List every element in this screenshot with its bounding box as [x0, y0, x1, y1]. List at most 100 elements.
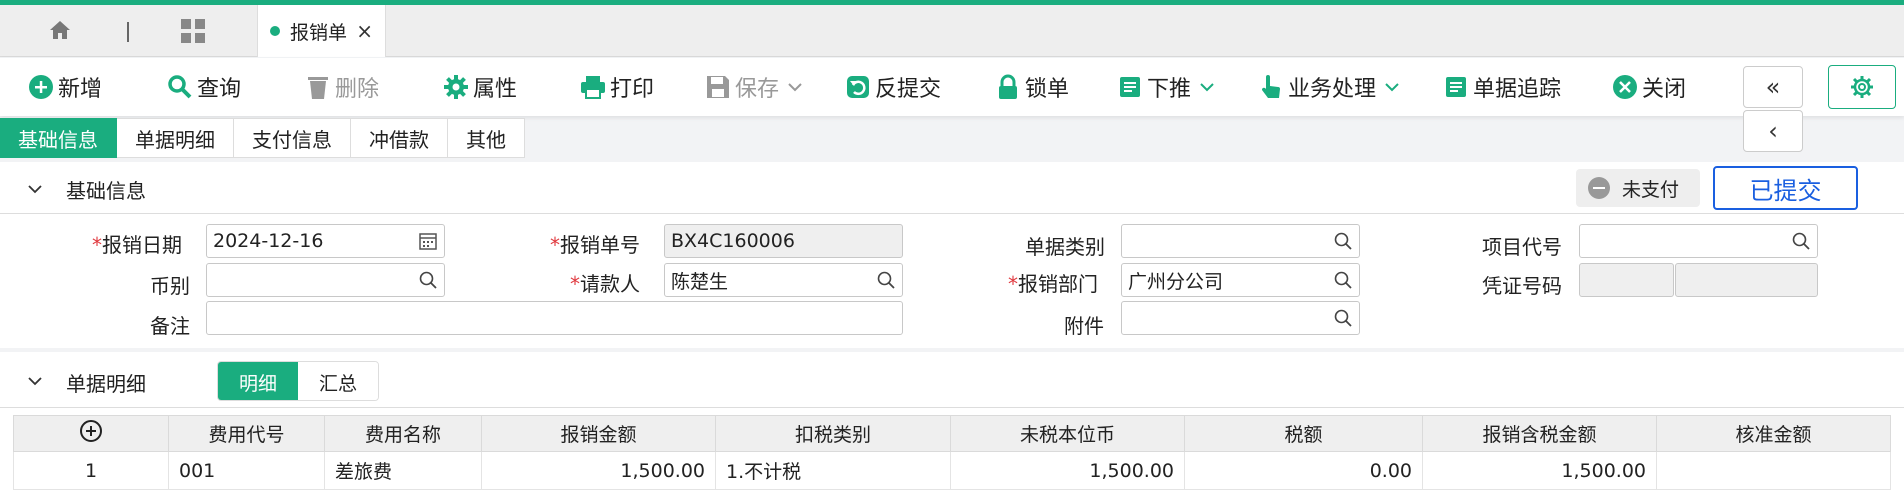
- add-row-icon[interactable]: [79, 419, 103, 443]
- category-field[interactable]: [1121, 224, 1360, 258]
- settings-gear-icon: [1851, 76, 1873, 98]
- plus-circle-icon: [29, 75, 53, 99]
- subtab-detail[interactable]: 明细: [218, 362, 298, 400]
- tab-detail[interactable]: 单据明细: [117, 118, 234, 158]
- subtab-summary[interactable]: 汇总: [298, 362, 378, 400]
- dept-field[interactable]: 广州分公司: [1121, 263, 1360, 297]
- add-row-header[interactable]: [13, 415, 169, 452]
- remark-label: 备注: [150, 314, 190, 338]
- voucher-field-2: [1675, 263, 1818, 297]
- detail-table: 费用代号 费用名称 报销金额 扣税类别 未税本位币 税额 报销含税金额 核准金额…: [13, 415, 1891, 490]
- trace-label: 单据追踪: [1473, 77, 1562, 102]
- toolbar: 新增 查询 删除 属性 打印 保存 反提交 锁单 下推 业务处理 单据追踪 关闭: [0, 58, 1904, 116]
- lock-icon: [999, 74, 1017, 99]
- currency-label: 币别: [150, 274, 190, 298]
- tab-loan-offset[interactable]: 冲借款: [351, 118, 448, 158]
- tab-strip: 报销单 ×: [0, 5, 1904, 57]
- tab-basic-info[interactable]: 基础信息: [0, 118, 117, 158]
- query-label: 查询: [197, 77, 242, 102]
- cell-total[interactable]: 1,500.00: [1422, 451, 1657, 490]
- query-button[interactable]: 查询: [167, 71, 241, 103]
- search-icon[interactable]: [876, 270, 896, 290]
- cell-tax-type[interactable]: 1.不计税: [715, 451, 951, 490]
- close-button[interactable]: 关闭: [1612, 71, 1686, 103]
- column-header[interactable]: 核准金额: [1656, 415, 1891, 452]
- column-header[interactable]: 税额: [1184, 415, 1423, 452]
- search-icon[interactable]: [1333, 270, 1353, 290]
- remark-field[interactable]: [206, 301, 903, 335]
- voucher-label: 凭证号码: [1482, 274, 1562, 298]
- first-record-button[interactable]: «: [1743, 66, 1803, 108]
- cell-approved[interactable]: [1656, 451, 1891, 490]
- table-row[interactable]: 1 001 差旅费 1,500.00 1.不计税 1,500.00 0.00 1…: [13, 451, 1891, 490]
- add-label: 新增: [58, 77, 103, 102]
- document-tab-label: 报销单: [290, 21, 348, 44]
- payee-field[interactable]: 陈楚生: [664, 263, 903, 297]
- basic-info-title: 基础信息: [66, 179, 146, 203]
- print-button[interactable]: 打印: [580, 71, 654, 103]
- currency-field[interactable]: [206, 263, 445, 297]
- cell-amount[interactable]: 1,500.00: [481, 451, 716, 490]
- properties-button[interactable]: 属性: [443, 71, 517, 103]
- cell-code[interactable]: 001: [168, 451, 325, 490]
- cell-pretax[interactable]: 1,500.00: [950, 451, 1185, 490]
- save-label: 保存: [735, 77, 780, 102]
- document-tab[interactable]: 报销单 ×: [257, 5, 386, 57]
- cell-name[interactable]: 差旅费: [324, 451, 482, 490]
- chevron-down-icon: [1385, 83, 1399, 92]
- business-button[interactable]: 业务处理: [1258, 71, 1400, 103]
- close-circle-icon: [1613, 75, 1637, 99]
- basic-info-header: 基础信息 未支付 已提交: [0, 162, 1904, 214]
- payee-label: *请款人: [570, 272, 640, 296]
- close-tab-icon[interactable]: ×: [356, 19, 373, 43]
- column-header[interactable]: 费用名称: [324, 415, 482, 452]
- add-button[interactable]: 新增: [28, 71, 102, 103]
- document-track-icon: [1446, 77, 1466, 97]
- tab-other[interactable]: 其他: [448, 118, 525, 158]
- unsubmit-button[interactable]: 反提交: [845, 71, 941, 103]
- previous-record-button[interactable]: ‹: [1743, 110, 1803, 152]
- chevron-left-icon: ‹: [1768, 117, 1778, 145]
- attachment-field[interactable]: [1121, 301, 1360, 335]
- project-field[interactable]: [1579, 224, 1818, 258]
- unsubmit-label: 反提交: [875, 77, 942, 102]
- chevron-down-icon: [1200, 83, 1214, 92]
- printer-icon: [581, 76, 605, 99]
- search-icon[interactable]: [1333, 308, 1353, 328]
- column-header[interactable]: 费用代号: [168, 415, 325, 452]
- active-dot-icon: [270, 26, 280, 36]
- column-header[interactable]: 扣税类别: [715, 415, 951, 452]
- column-header[interactable]: 报销金额: [481, 415, 716, 452]
- push-down-button[interactable]: 下推: [1117, 71, 1215, 103]
- lock-button[interactable]: 锁单: [995, 71, 1069, 103]
- section-tabs: 基础信息 单据明细 支付信息 冲借款 其他: [0, 118, 525, 158]
- column-header[interactable]: 未税本位币: [950, 415, 1185, 452]
- home-icon[interactable]: [48, 18, 72, 42]
- project-label: 项目代号: [1482, 235, 1562, 259]
- apps-grid-icon[interactable]: [180, 18, 206, 44]
- delete-button[interactable]: 删除: [305, 71, 379, 103]
- document-list-icon: [1120, 77, 1140, 97]
- date-label: *报销日期: [92, 233, 182, 257]
- column-header[interactable]: 报销含税金额: [1422, 415, 1657, 452]
- calendar-icon[interactable]: [418, 231, 438, 251]
- print-label: 打印: [610, 77, 655, 102]
- dept-label: *报销部门: [1008, 272, 1098, 296]
- search-icon[interactable]: [1791, 231, 1811, 251]
- save-disk-icon: [707, 76, 729, 98]
- trace-button[interactable]: 单据追踪: [1443, 71, 1561, 103]
- detail-header: 单据明细 明细 汇总: [0, 352, 1904, 408]
- detail-title: 单据明细: [66, 372, 146, 396]
- tab-payment[interactable]: 支付信息: [234, 118, 351, 158]
- hand-pointer-icon: [1261, 75, 1280, 98]
- row-index: 1: [13, 451, 169, 490]
- date-field[interactable]: 2024-12-16: [206, 224, 445, 258]
- save-button[interactable]: 保存: [705, 71, 803, 103]
- search-icon[interactable]: [1333, 231, 1353, 251]
- minus-circle-icon: [1588, 177, 1610, 199]
- cell-tax[interactable]: 0.00: [1184, 451, 1423, 490]
- settings-button[interactable]: [1828, 65, 1896, 109]
- collapse-chevron-icon[interactable]: [26, 372, 44, 390]
- collapse-chevron-icon[interactable]: [26, 180, 44, 198]
- search-icon[interactable]: [418, 270, 438, 290]
